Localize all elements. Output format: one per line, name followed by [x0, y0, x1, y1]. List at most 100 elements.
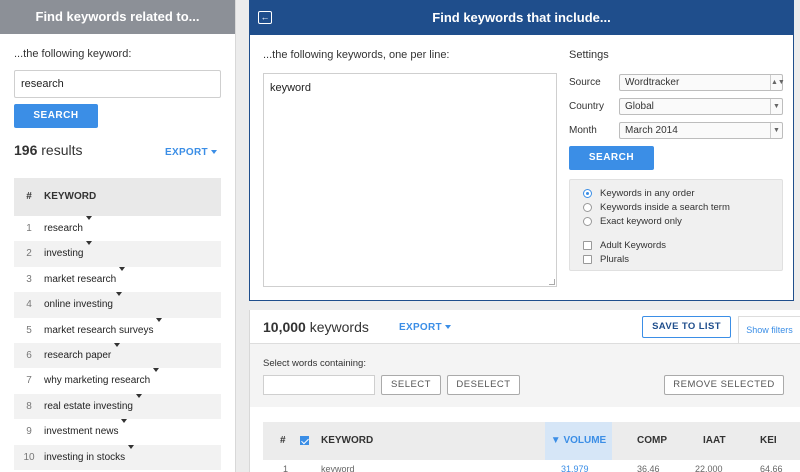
- show-filters-tab[interactable]: Show filters: [738, 316, 800, 344]
- list-item-keyword[interactable]: investment news: [44, 419, 118, 444]
- chevron-down-icon: [210, 150, 217, 155]
- checkbox-icon[interactable]: [583, 241, 592, 250]
- list-item-keyword[interactable]: online investing: [44, 292, 113, 317]
- list-item-keyword[interactable]: real estate investing: [44, 394, 133, 419]
- source-select[interactable]: Wordtracker ▲▼: [619, 74, 785, 91]
- related-keywords-panel: Find keywords related to... ...the follo…: [0, 0, 236, 472]
- option-any-order[interactable]: Keywords in any order: [583, 188, 695, 199]
- col-volume-header[interactable]: ▼ VOLUME: [545, 422, 612, 460]
- radio-icon[interactable]: [583, 203, 592, 212]
- col-iaat-header[interactable]: IAAT: [703, 422, 726, 460]
- back-arrow-icon[interactable]: ←: [258, 11, 272, 24]
- list-item[interactable]: 6 research paper: [14, 342, 221, 369]
- col-keyword-header: KEYWORD: [44, 191, 97, 202]
- col-num-header: #: [26, 191, 32, 202]
- left-export-button[interactable]: EXPORT: [165, 147, 217, 158]
- list-item[interactable]: 8 real estate investing: [14, 393, 221, 420]
- list-item[interactable]: 1 research: [14, 216, 221, 241]
- chevron-down-icon[interactable]: [86, 241, 93, 246]
- source-value: Wordtracker: [625, 77, 680, 88]
- filter-area: Select words containing: SELECT DESELECT…: [250, 343, 800, 407]
- list-item-number: 7: [26, 375, 32, 387]
- chevron-down-icon[interactable]: [153, 368, 160, 373]
- list-item[interactable]: 5 market research surveys: [14, 317, 221, 343]
- chevron-down-icon[interactable]: [85, 216, 92, 220]
- related-keywords-table: # KEYWORD 1 research 2 investing 3 market res…: [14, 178, 221, 470]
- country-select[interactable]: Global ▼: [619, 98, 783, 115]
- row-iaat: 22,000: [695, 464, 723, 472]
- row-num: 1: [283, 464, 289, 472]
- results-label: results: [41, 142, 83, 158]
- checkbox-icon[interactable]: [583, 255, 592, 264]
- list-item[interactable]: 3 market research: [14, 266, 221, 292]
- remove-selected-button[interactable]: REMOVE SELECTED: [664, 375, 784, 395]
- chevron-down-icon[interactable]: [114, 342, 121, 347]
- list-item[interactable]: 4 online investing: [14, 292, 221, 318]
- col-volume-label: VOLUME: [563, 435, 607, 446]
- select-button[interactable]: SELECT: [381, 375, 441, 395]
- chevron-down-icon: ▼: [770, 99, 782, 114]
- chevron-down-icon[interactable]: [156, 317, 163, 322]
- updown-arrows-icon: ▲▼: [770, 75, 785, 90]
- radio-icon[interactable]: [583, 217, 592, 226]
- month-select[interactable]: March 2014 ▼: [619, 122, 783, 139]
- left-export-label: EXPORT: [165, 147, 208, 158]
- list-item-keyword[interactable]: research paper: [44, 343, 111, 368]
- checkbox-checked-icon[interactable]: [300, 435, 309, 445]
- related-keyword-input[interactable]: research: [14, 70, 221, 98]
- col-keyword-header[interactable]: KEYWORD: [321, 422, 373, 460]
- list-item-number: 3: [26, 273, 32, 285]
- chevron-down-icon[interactable]: [128, 444, 135, 449]
- list-item-keyword[interactable]: research: [44, 216, 83, 241]
- col-comp-header[interactable]: COMP: [637, 422, 667, 460]
- chevron-down-icon: [444, 325, 451, 330]
- select-words-input[interactable]: [263, 375, 375, 395]
- country-row: Country Global ▼: [569, 98, 783, 115]
- header-checkbox[interactable]: [300, 422, 309, 460]
- list-item-keyword[interactable]: why marketing research: [44, 368, 150, 393]
- include-card-header: ← Find keywords that include...: [250, 1, 793, 35]
- select-words-label: Select words containing:: [263, 358, 366, 369]
- related-search-button[interactable]: SEARCH: [14, 104, 98, 128]
- list-item-keyword[interactable]: market research: [44, 267, 116, 292]
- results-export-button[interactable]: EXPORT: [399, 322, 451, 333]
- related-subtitle: ...the following keyword:: [14, 48, 132, 60]
- chevron-down-icon: ▼: [770, 123, 782, 138]
- list-item[interactable]: 2 investing: [14, 241, 221, 267]
- option-exact[interactable]: Exact keyword only: [583, 216, 682, 227]
- results-table-header: # KEYWORD ▼ VOLUME COMP IAAT KEI: [263, 422, 800, 460]
- keywords-textarea[interactable]: keyword: [263, 73, 557, 287]
- list-item-number: 8: [26, 400, 32, 412]
- option-any-order-label: Keywords in any order: [600, 188, 695, 199]
- chevron-down-icon[interactable]: [119, 266, 126, 271]
- col-kei-header[interactable]: KEI: [760, 422, 777, 460]
- list-item-keyword[interactable]: investing: [44, 241, 83, 266]
- save-to-list-button[interactable]: SAVE TO LIST: [642, 316, 731, 338]
- option-adult[interactable]: Adult Keywords: [583, 240, 666, 251]
- country-value: Global: [625, 101, 654, 112]
- settings-title: Settings: [569, 49, 609, 61]
- table-row[interactable]: 1 keyword 31,979 36.46 22,000 64.66: [263, 460, 800, 472]
- list-item-number: 5: [26, 324, 32, 336]
- deselect-button[interactable]: DESELECT: [447, 375, 520, 395]
- list-item-keyword[interactable]: market research surveys: [44, 318, 153, 343]
- chevron-down-icon[interactable]: [135, 393, 142, 398]
- list-item-number: 2: [26, 248, 32, 260]
- search-options-box: Keywords in any order Keywords inside a …: [569, 179, 783, 271]
- option-inside-term[interactable]: Keywords inside a search term: [583, 202, 730, 213]
- source-label: Source: [569, 77, 601, 88]
- option-adult-label: Adult Keywords: [600, 240, 667, 251]
- list-item[interactable]: 10 investing in stocks: [14, 444, 221, 470]
- list-item-keyword[interactable]: investing in stocks: [44, 445, 125, 470]
- related-panel-title: Find keywords related to...: [0, 0, 235, 34]
- radio-selected-icon[interactable]: [583, 189, 592, 198]
- list-item[interactable]: 7 why marketing research: [14, 368, 221, 393]
- include-search-button[interactable]: SEARCH: [569, 146, 654, 170]
- chevron-down-icon[interactable]: [121, 419, 128, 424]
- keyword-count-number: 10,000: [263, 319, 306, 335]
- month-value: March 2014: [625, 125, 678, 136]
- chevron-down-icon[interactable]: [115, 292, 122, 297]
- list-item[interactable]: 9 investment news: [14, 419, 221, 444]
- option-plurals[interactable]: Plurals: [583, 254, 629, 265]
- resize-handle-icon[interactable]: [549, 279, 555, 285]
